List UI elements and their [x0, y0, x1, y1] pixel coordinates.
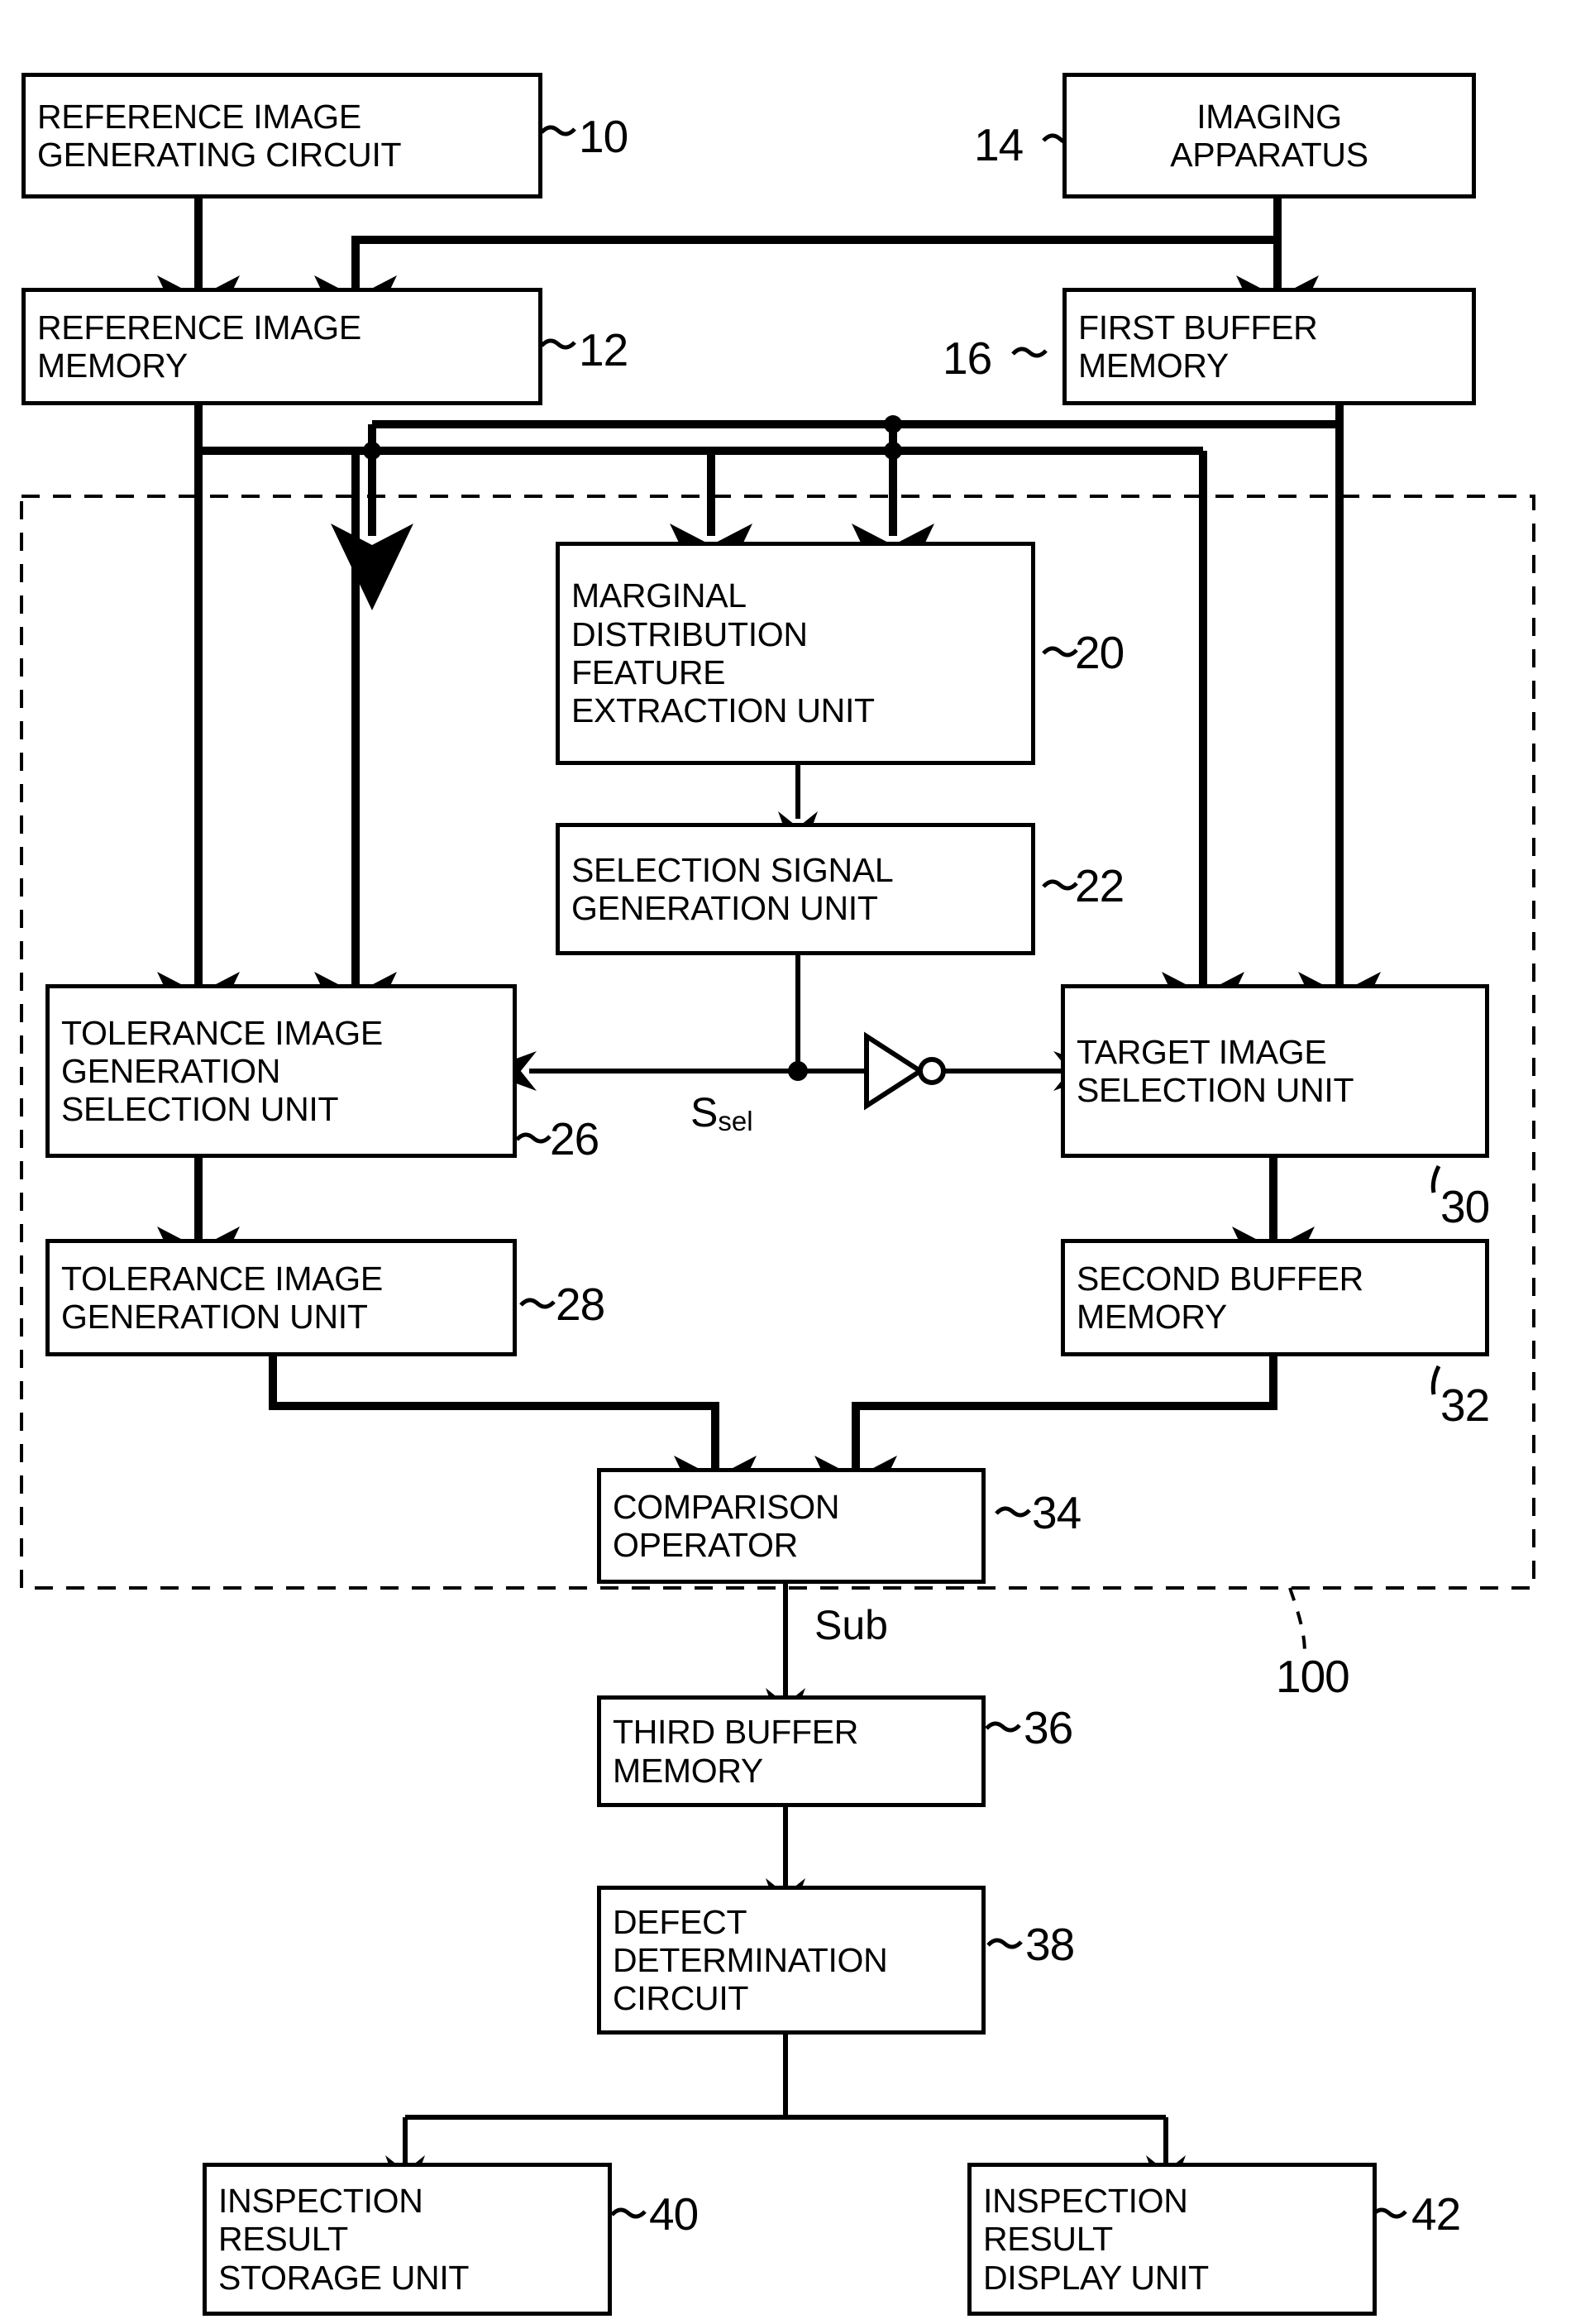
block-selection-signal-generation-unit[interactable]: SELECTION SIGNAL GENERATION UNIT	[556, 823, 1035, 955]
junction-dot-c	[884, 415, 902, 433]
block-label: TOLERANCE IMAGE GENERATION SELECTION UNI…	[61, 1013, 383, 1129]
block-reference-image-memory[interactable]: REFERENCE IMAGE MEMORY	[21, 288, 542, 405]
leader-42	[1371, 2207, 1407, 2219]
leader-12	[540, 338, 576, 350]
leader-34	[995, 1506, 1031, 1518]
block-comparison-operator[interactable]: COMPARISON OPERATOR	[597, 1468, 986, 1584]
leader-40	[610, 2207, 647, 2219]
junction-dot-a	[363, 442, 381, 460]
leader-28	[519, 1298, 556, 1309]
block-third-buffer-memory[interactable]: THIRD BUFFER MEMORY	[597, 1695, 986, 1807]
block-label: THIRD BUFFER MEMORY	[613, 1713, 859, 1790]
block-first-buffer-memory[interactable]: FIRST BUFFER MEMORY	[1062, 288, 1476, 405]
block-label: SELECTION SIGNAL GENERATION UNIT	[571, 850, 894, 927]
block-second-buffer-memory[interactable]: SECOND BUFFER MEMORY	[1061, 1239, 1489, 1356]
leader-16	[1011, 347, 1048, 358]
leader-20	[1042, 646, 1078, 658]
ref-number-30: 30	[1440, 1181, 1490, 1232]
block-label: REFERENCE IMAGE GENERATING CIRCUIT	[37, 97, 402, 174]
wire-28-to-34	[269, 1356, 757, 1542]
leader-38	[986, 1938, 1023, 1949]
wire-32-to-34	[814, 1356, 1277, 1542]
block-label: INSPECTION RESULT DISPLAY UNIT	[983, 2182, 1209, 2297]
leader-26	[515, 1132, 552, 1144]
ref-number-32: 32	[1440, 1380, 1490, 1431]
block-label: IMAGING APPARATUS	[1170, 97, 1368, 174]
ref-number-26: 26	[550, 1113, 599, 1164]
ref-number-12: 12	[579, 324, 628, 375]
inverter-triangle	[864, 1031, 925, 1111]
block-label: MARGINAL DISTRIBUTION FEATURE EXTRACTION…	[571, 576, 875, 730]
ref-number-10: 10	[579, 111, 628, 162]
leader-10	[540, 125, 576, 136]
leader-30	[1430, 1164, 1441, 1193]
block-label: REFERENCE IMAGE MEMORY	[37, 308, 361, 385]
ref-number-34: 34	[1032, 1487, 1082, 1538]
block-label: DEFECT DETERMINATION CIRCUIT	[613, 1902, 888, 2018]
signal-label-sub: Sub	[814, 1602, 888, 1648]
block-inspection-result-display-unit[interactable]: INSPECTION RESULT DISPLAY UNIT	[967, 2163, 1377, 2316]
block-marginal-distribution-feature-extraction-unit[interactable]: MARGINAL DISTRIBUTION FEATURE EXTRACTION…	[556, 542, 1035, 765]
ref-number-16: 16	[943, 332, 992, 384]
wire-14-to-12	[313, 236, 1277, 362]
block-imaging-apparatus[interactable]: IMAGING APPARATUS	[1062, 73, 1476, 198]
ref-number-38: 38	[1025, 1919, 1075, 1970]
block-reference-image-generating-circuit[interactable]: REFERENCE IMAGE GENERATING CIRCUIT	[21, 73, 542, 198]
block-label: INSPECTION RESULT STORAGE UNIT	[218, 2182, 470, 2297]
block-defect-determination-circuit[interactable]: DEFECT DETERMINATION CIRCUIT	[597, 1886, 986, 2035]
signal-ssel-base: S	[690, 1089, 719, 1136]
leader-22	[1042, 879, 1078, 891]
ref-number-22: 22	[1075, 860, 1125, 911]
ref-number-36: 36	[1024, 1702, 1073, 1753]
figure-canvas: REFERENCE IMAGE GENERATING CIRCUIT 10 IM…	[0, 0, 1571, 2324]
block-tolerance-image-generation-selection-unit[interactable]: TOLERANCE IMAGE GENERATION SELECTION UNI…	[45, 984, 517, 1158]
ref-number-42: 42	[1411, 2188, 1461, 2240]
signal-ssel-subscript: sel	[718, 1106, 753, 1136]
leader-32	[1430, 1365, 1441, 1395]
block-target-image-selection-unit[interactable]: TARGET IMAGE SELECTION UNIT	[1061, 984, 1489, 1158]
block-label: TARGET IMAGE SELECTION UNIT	[1077, 1032, 1354, 1109]
inverter-bubble	[918, 1057, 946, 1085]
ref-number-20: 20	[1075, 627, 1125, 678]
junction-dot-b	[884, 442, 902, 460]
ref-number-28: 28	[556, 1279, 605, 1330]
ref-number-40: 40	[649, 2188, 699, 2240]
leader-36	[985, 1721, 1021, 1733]
block-label: SECOND BUFFER MEMORY	[1077, 1259, 1363, 1336]
block-inspection-result-storage-unit[interactable]: INSPECTION RESULT STORAGE UNIT	[203, 2163, 612, 2316]
block-label: FIRST BUFFER MEMORY	[1078, 308, 1318, 385]
signal-label-ssel: Ssel	[690, 1089, 753, 1136]
block-label: COMPARISON OPERATOR	[613, 1487, 840, 1564]
ref-number-14: 14	[974, 119, 1024, 170]
block-label: TOLERANCE IMAGE GENERATION UNIT	[61, 1259, 383, 1336]
block-tolerance-image-generation-unit[interactable]: TOLERANCE IMAGE GENERATION UNIT	[45, 1239, 517, 1356]
system-ref-number-100: 100	[1276, 1651, 1350, 1702]
